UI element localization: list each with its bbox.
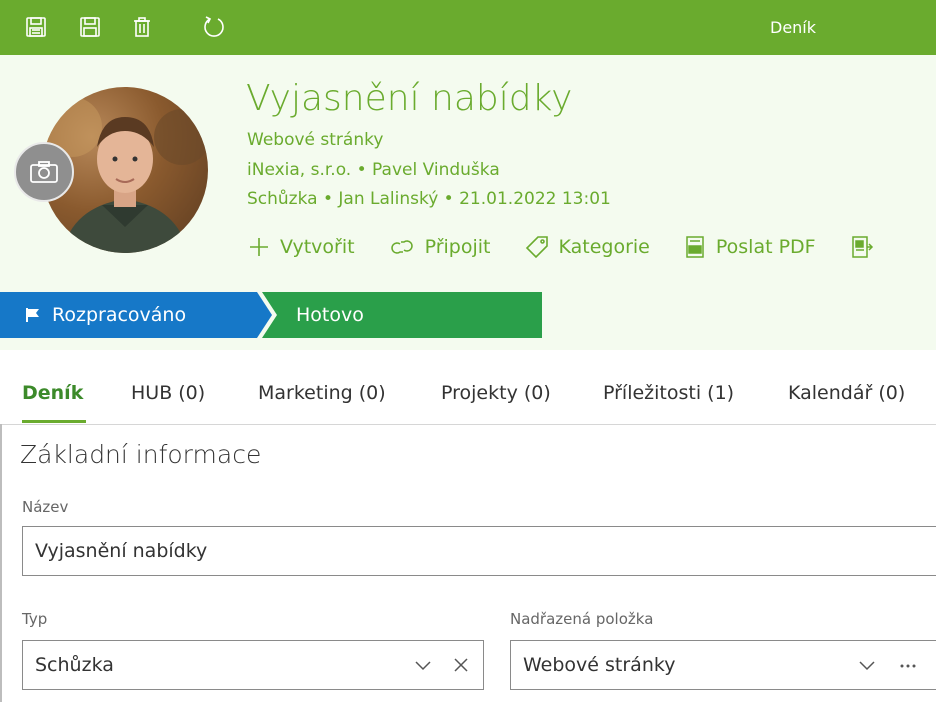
content-border (0, 424, 2, 702)
save-close-icon[interactable] (22, 13, 50, 41)
word-document-icon (851, 236, 873, 258)
type-select[interactable]: Schůzka (22, 640, 484, 690)
category-label: Kategorie (558, 236, 650, 258)
parent-value: Webové stránky (523, 654, 676, 676)
record-title: Vyjasnění nabídky (246, 78, 573, 119)
tag-icon (525, 236, 548, 259)
tab-hub[interactable]: HUB (0) (131, 382, 205, 404)
more-options-icon[interactable] (899, 663, 917, 669)
parent-select[interactable]: Webové stránky (510, 640, 936, 690)
section-title: Základní informace (20, 440, 262, 469)
chevron-down-icon[interactable] (859, 659, 875, 671)
connect-label: Připojit (424, 236, 491, 258)
action-bar: Vytvořit Připojit Kategorie Poslat PDF (248, 232, 884, 262)
chevron-down-icon[interactable] (415, 659, 431, 671)
parent-link[interactable]: Webové stránky (247, 130, 383, 150)
flag-icon (26, 308, 39, 322)
tab-marketing[interactable]: Marketing (0) (258, 382, 386, 404)
name-label: Název (22, 498, 69, 516)
type-label: Typ (22, 610, 48, 628)
tab-calendar[interactable]: Kalendář (0) (788, 382, 905, 404)
tab-opportunities[interactable]: Příležitosti (1) (603, 382, 734, 404)
pdf-icon (686, 236, 704, 258)
page-title: Deník (770, 18, 817, 37)
send-pdf-button[interactable]: Poslat PDF (684, 235, 816, 259)
camera-icon[interactable] (14, 142, 74, 202)
delete-icon[interactable] (128, 13, 156, 41)
connect-button[interactable]: Připojit (389, 236, 491, 258)
word-export-button[interactable] (850, 235, 884, 259)
type-value: Schůzka (35, 654, 114, 676)
name-value: Vyjasnění nabídky (35, 540, 208, 562)
active-tab-indicator (22, 420, 86, 423)
refresh-icon[interactable] (200, 13, 228, 41)
parent-label: Nadřazená položka (510, 610, 654, 628)
plus-icon (250, 238, 268, 256)
name-field[interactable]: Vyjasnění nabídky (22, 526, 936, 576)
clear-icon[interactable] (453, 657, 469, 673)
tab-bar: Deník HUB (0) Marketing (0) Projekty (0)… (0, 372, 936, 425)
category-button[interactable]: Kategorie (525, 235, 650, 259)
create-button[interactable]: Vytvořit (248, 236, 355, 258)
create-label: Vytvořit (280, 236, 355, 258)
top-toolbar: Deník (0, 0, 936, 55)
send-pdf-label: Poslat PDF (715, 236, 816, 258)
tab-journal[interactable]: Deník (22, 382, 83, 404)
link-icon (390, 240, 413, 254)
save-icon[interactable] (76, 13, 104, 41)
tab-projects[interactable]: Projekty (0) (441, 382, 551, 404)
meta-line: Schůzka • Jan Lalinský • 21.01.2022 13:0… (247, 189, 611, 209)
company-contact-line[interactable]: iNexia, s.r.o. • Pavel Vinduška (247, 160, 500, 180)
stage-in-progress-label: Rozpracováno (52, 304, 187, 326)
stage-done-label: Hotovo (296, 304, 364, 326)
